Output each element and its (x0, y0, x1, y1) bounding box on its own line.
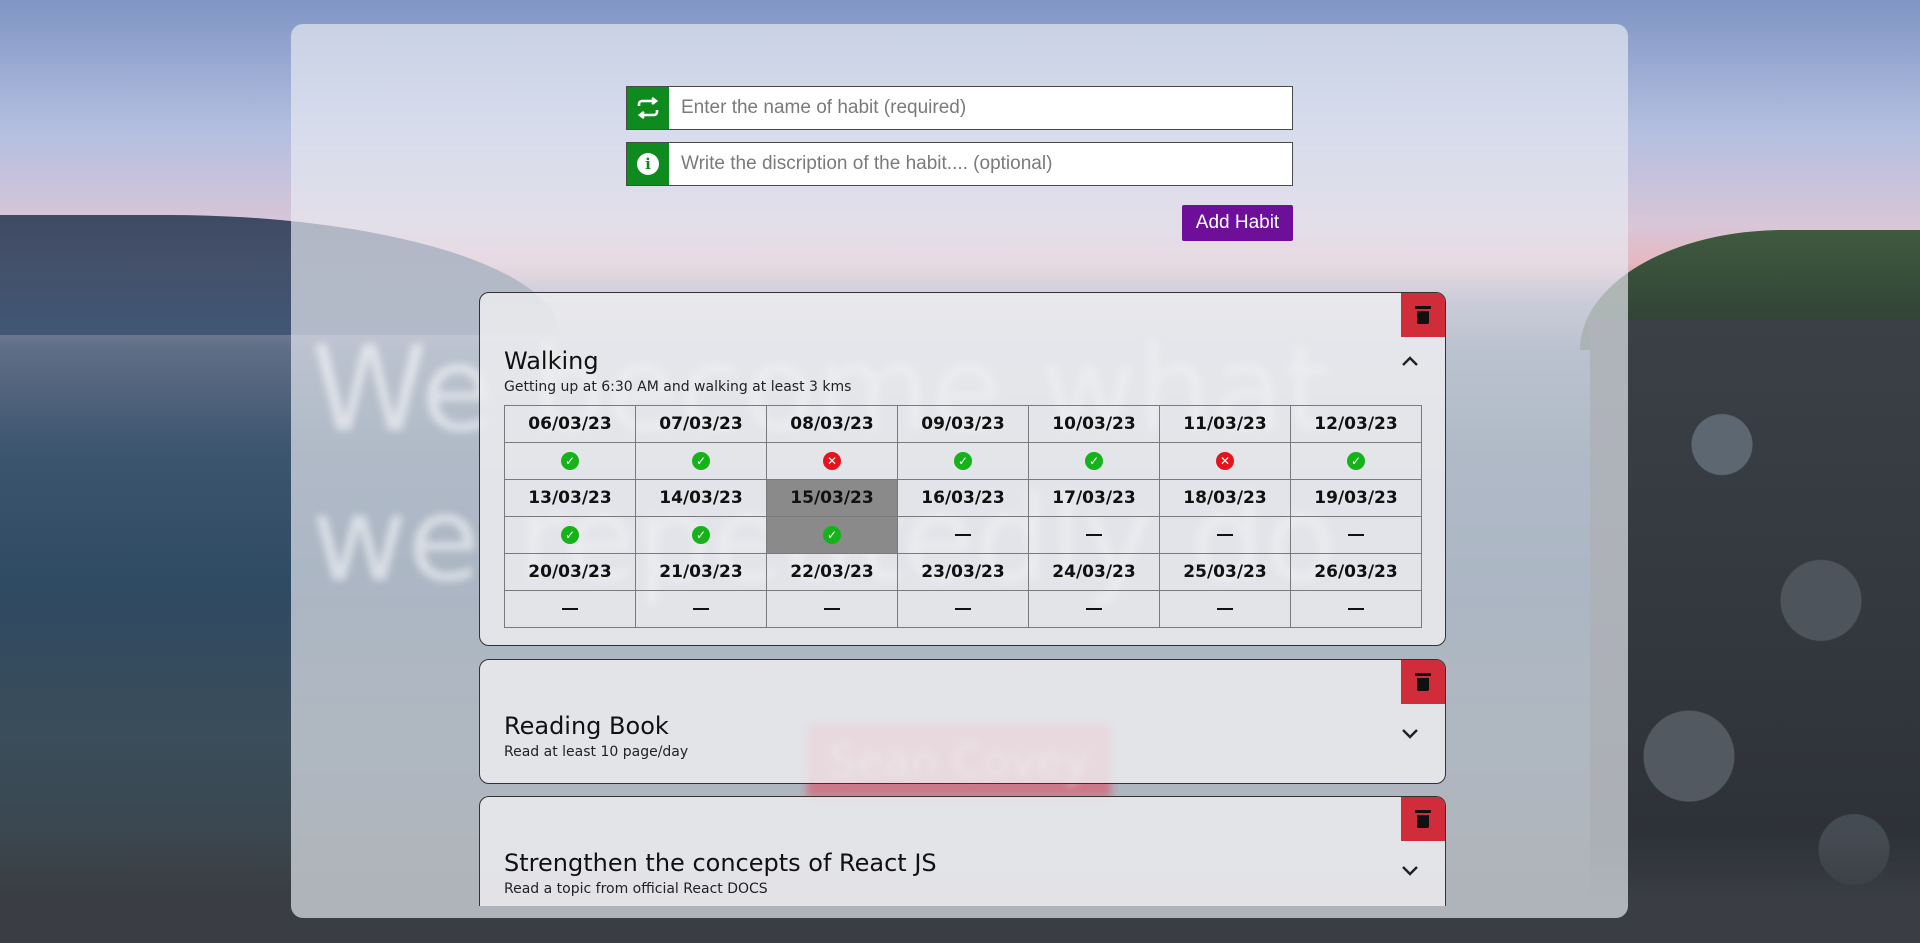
calendar-status-cell[interactable] (1159, 516, 1291, 554)
habit-card: Strengthen the concepts of React JS Read… (479, 796, 1446, 906)
dash-icon (955, 608, 971, 610)
habit-card: Walking Getting up at 6:30 AM and walkin… (479, 292, 1446, 646)
calendar-date-cell[interactable]: 25/03/23 (1159, 553, 1291, 591)
x-circle-icon: ✕ (1216, 452, 1234, 470)
check-circle-icon: ✓ (692, 526, 710, 544)
calendar-date-cell[interactable]: 09/03/23 (897, 405, 1029, 443)
trash-icon (1415, 810, 1431, 828)
habit-title: Walking (504, 347, 599, 375)
repeat-icon (627, 87, 669, 129)
check-circle-icon: ✓ (823, 526, 841, 544)
dash-icon (562, 608, 578, 610)
calendar-date-cell[interactable]: 22/03/23 (766, 553, 898, 591)
check-circle-icon: ✓ (1347, 452, 1365, 470)
calendar-status-cell[interactable]: ✓ (766, 516, 898, 554)
calendar-date-cell[interactable]: 06/03/23 (504, 405, 636, 443)
habit-name-field (626, 86, 1293, 130)
calendar-status-cell[interactable]: ✓ (635, 442, 767, 480)
calendar-status-cell[interactable]: ✕ (1159, 442, 1291, 480)
calendar-date-cell[interactable]: 17/03/23 (1028, 479, 1160, 517)
delete-habit-button[interactable] (1401, 293, 1445, 337)
dash-icon (1348, 534, 1364, 536)
calendar-status-cell[interactable]: ✕ (766, 442, 898, 480)
main-panel: We become what we repeatedly do. Sean Co… (291, 24, 1628, 918)
calendar-status-cell[interactable]: ✓ (504, 442, 636, 480)
calendar-date-cell[interactable]: 19/03/23 (1290, 479, 1422, 517)
calendar-date-cell[interactable]: 16/03/23 (897, 479, 1029, 517)
calendar-date-row: 06/03/23 07/03/23 08/03/23 09/03/23 10/03/23… (504, 405, 1422, 443)
habit-calendar: 06/03/23 07/03/23 08/03/23 09/03/23 10/03/23… (504, 405, 1422, 628)
add-habit-button[interactable]: Add Habit (1182, 205, 1293, 241)
calendar-status-cell[interactable] (1159, 590, 1291, 628)
calendar-date-cell[interactable]: 08/03/23 (766, 405, 898, 443)
calendar-status-cell[interactable] (897, 516, 1029, 554)
dash-icon (824, 608, 840, 610)
dash-icon (955, 534, 971, 536)
calendar-date-cell[interactable]: 20/03/23 (504, 553, 636, 591)
calendar-date-row: 13/03/23 14/03/23 15/03/23 16/03/23 17/03/23… (504, 479, 1422, 517)
dash-icon (1086, 608, 1102, 610)
calendar-status-cell[interactable]: ✓ (504, 516, 636, 554)
habit-description: Read at least 10 page/day (504, 744, 689, 760)
calendar-date-cell[interactable]: 15/03/23 (766, 479, 898, 517)
calendar-status-cell[interactable] (635, 590, 767, 628)
calendar-date-cell[interactable]: 11/03/23 (1159, 405, 1291, 443)
calendar-status-cell[interactable]: ✓ (897, 442, 1029, 480)
calendar-status-cell[interactable] (897, 590, 1029, 628)
calendar-status-row (504, 590, 1422, 628)
check-circle-icon: ✓ (954, 452, 972, 470)
calendar-status-cell[interactable]: ✓ (635, 516, 767, 554)
habit-description: Getting up at 6:30 AM and walking at lea… (504, 379, 852, 395)
check-circle-icon: ✓ (692, 452, 710, 470)
dash-icon (1086, 534, 1102, 536)
calendar-date-cell[interactable]: 12/03/23 (1290, 405, 1422, 443)
chevron-down-icon[interactable] (1399, 722, 1421, 744)
info-icon: i (627, 143, 669, 185)
habit-description-input[interactable] (669, 143, 1292, 185)
calendar-date-cell[interactable]: 13/03/23 (504, 479, 636, 517)
calendar-status-cell[interactable] (1028, 516, 1160, 554)
habit-card: Reading Book Read at least 10 page/day (479, 659, 1446, 784)
calendar-date-cell[interactable]: 07/03/23 (635, 405, 767, 443)
check-circle-icon: ✓ (561, 526, 579, 544)
calendar-status-cell[interactable] (1290, 590, 1422, 628)
habit-name-input[interactable] (669, 87, 1292, 129)
check-circle-icon: ✓ (1085, 452, 1103, 470)
chevron-up-icon[interactable] (1399, 351, 1421, 373)
x-circle-icon: ✕ (823, 452, 841, 470)
calendar-status-cell[interactable] (1028, 590, 1160, 628)
calendar-status-row: ✓ ✓ ✓ (504, 516, 1422, 554)
trash-icon (1415, 673, 1431, 691)
calendar-date-cell[interactable]: 21/03/23 (635, 553, 767, 591)
delete-habit-button[interactable] (1401, 660, 1445, 704)
calendar-status-cell[interactable] (1290, 516, 1422, 554)
calendar-date-cell[interactable]: 26/03/23 (1290, 553, 1422, 591)
dash-icon (1348, 608, 1364, 610)
chevron-down-icon[interactable] (1399, 859, 1421, 881)
delete-habit-button[interactable] (1401, 797, 1445, 841)
calendar-date-cell[interactable]: 23/03/23 (897, 553, 1029, 591)
calendar-status-cell[interactable] (766, 590, 898, 628)
dash-icon (1217, 534, 1233, 536)
dash-icon (693, 608, 709, 610)
habit-description: Read a topic from official React DOCS (504, 881, 768, 897)
calendar-date-cell[interactable]: 24/03/23 (1028, 553, 1160, 591)
calendar-status-cell[interactable]: ✓ (1290, 442, 1422, 480)
calendar-status-cell[interactable]: ✓ (1028, 442, 1160, 480)
habit-description-field: i (626, 142, 1293, 186)
calendar-date-cell[interactable]: 10/03/23 (1028, 405, 1160, 443)
trash-icon (1415, 306, 1431, 324)
calendar-date-cell[interactable]: 14/03/23 (635, 479, 767, 517)
calendar-date-cell[interactable]: 18/03/23 (1159, 479, 1291, 517)
calendar-date-row: 20/03/23 21/03/23 22/03/23 23/03/23 24/03/23… (504, 553, 1422, 591)
dash-icon (1217, 608, 1233, 610)
check-circle-icon: ✓ (561, 452, 579, 470)
calendar-status-row: ✓ ✓ ✕ ✓ ✓ ✕ ✓ (504, 442, 1422, 480)
habit-title: Strengthen the concepts of React JS (504, 849, 937, 877)
calendar-status-cell[interactable] (504, 590, 636, 628)
habit-title: Reading Book (504, 712, 669, 740)
